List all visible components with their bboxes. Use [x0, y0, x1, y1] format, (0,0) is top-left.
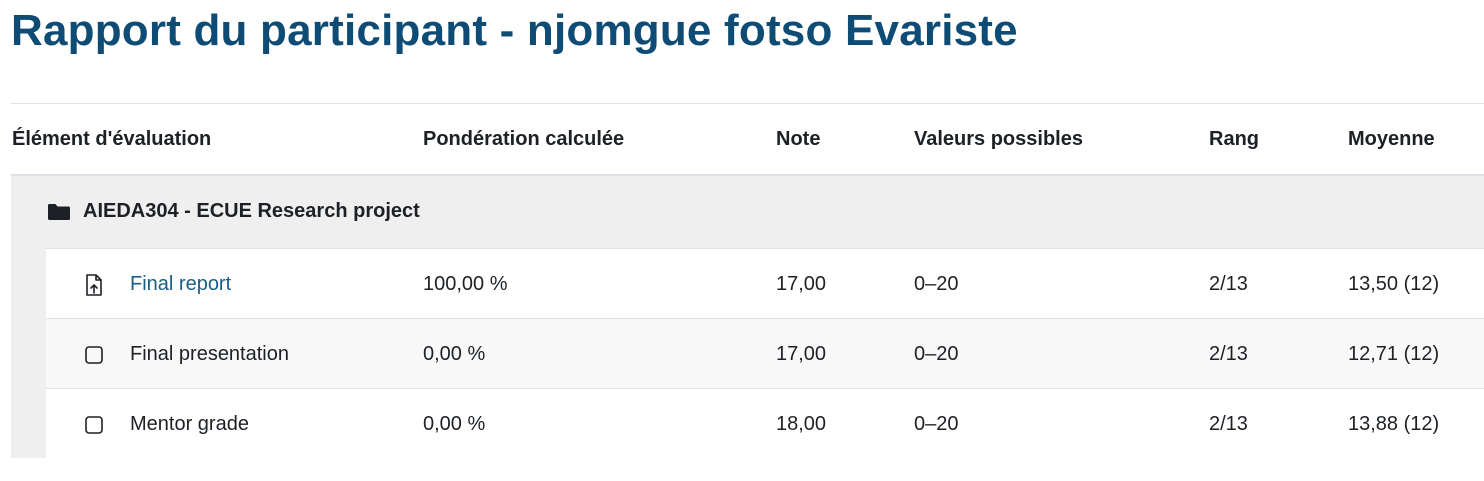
rank-cell: 2/13: [1209, 273, 1248, 295]
range-cell: 0–20: [914, 273, 959, 295]
column-header-item: Élément d'évaluation: [12, 128, 212, 150]
rank-cell: 2/13: [1209, 343, 1248, 365]
column-header-range: Valeurs possibles: [914, 128, 1083, 150]
weight-cell: 100,00 %: [423, 273, 508, 295]
range-cell: 0–20: [914, 343, 959, 365]
grade-cell: 17,00: [776, 273, 827, 295]
table-row: Mentor grade 0,00 % 18,00 0–20 2/13 13,8…: [46, 388, 1484, 459]
average-cell: 13,50 (12): [1348, 273, 1440, 295]
column-header-average: Moyenne: [1348, 128, 1435, 150]
assignment-upload-icon: [86, 274, 102, 296]
table-row: Final presentation 0,00 % 17,00 0–20 2/1…: [46, 318, 1484, 389]
grade-item-name: Final presentation: [130, 343, 289, 365]
page-title: Rapport du participant - njomgue fotso E…: [11, 6, 1018, 55]
grade-cell: 18,00: [776, 413, 827, 435]
table-row: Final report 100,00 % 17,00 0–20 2/13 13…: [46, 248, 1484, 319]
column-header-weight: Pondération calculée: [423, 128, 625, 150]
average-cell: 13,88 (12): [1348, 413, 1440, 435]
grade-item-link[interactable]: Final report: [130, 273, 231, 296]
column-header-grade: Note: [776, 128, 821, 150]
weight-cell: 0,00 %: [423, 343, 486, 365]
grade-item-name: Mentor grade: [130, 413, 249, 435]
category-label: AIEDA304 - ECUE Research project: [83, 200, 420, 222]
average-cell: 12,71 (12): [1348, 343, 1440, 365]
grade-cell: 17,00: [776, 343, 827, 365]
manual-item-icon: [85, 416, 103, 434]
folder-icon: [48, 204, 70, 220]
table-header-row: Élément d'évaluation Pondération calculé…: [11, 104, 1484, 175]
manual-item-icon: [85, 346, 103, 364]
range-cell: 0–20: [914, 413, 959, 435]
rank-cell: 2/13: [1209, 413, 1248, 435]
category-row: AIEDA304 - ECUE Research project: [11, 176, 1484, 248]
weight-cell: 0,00 %: [423, 413, 486, 435]
column-header-rank: Rang: [1209, 128, 1259, 150]
